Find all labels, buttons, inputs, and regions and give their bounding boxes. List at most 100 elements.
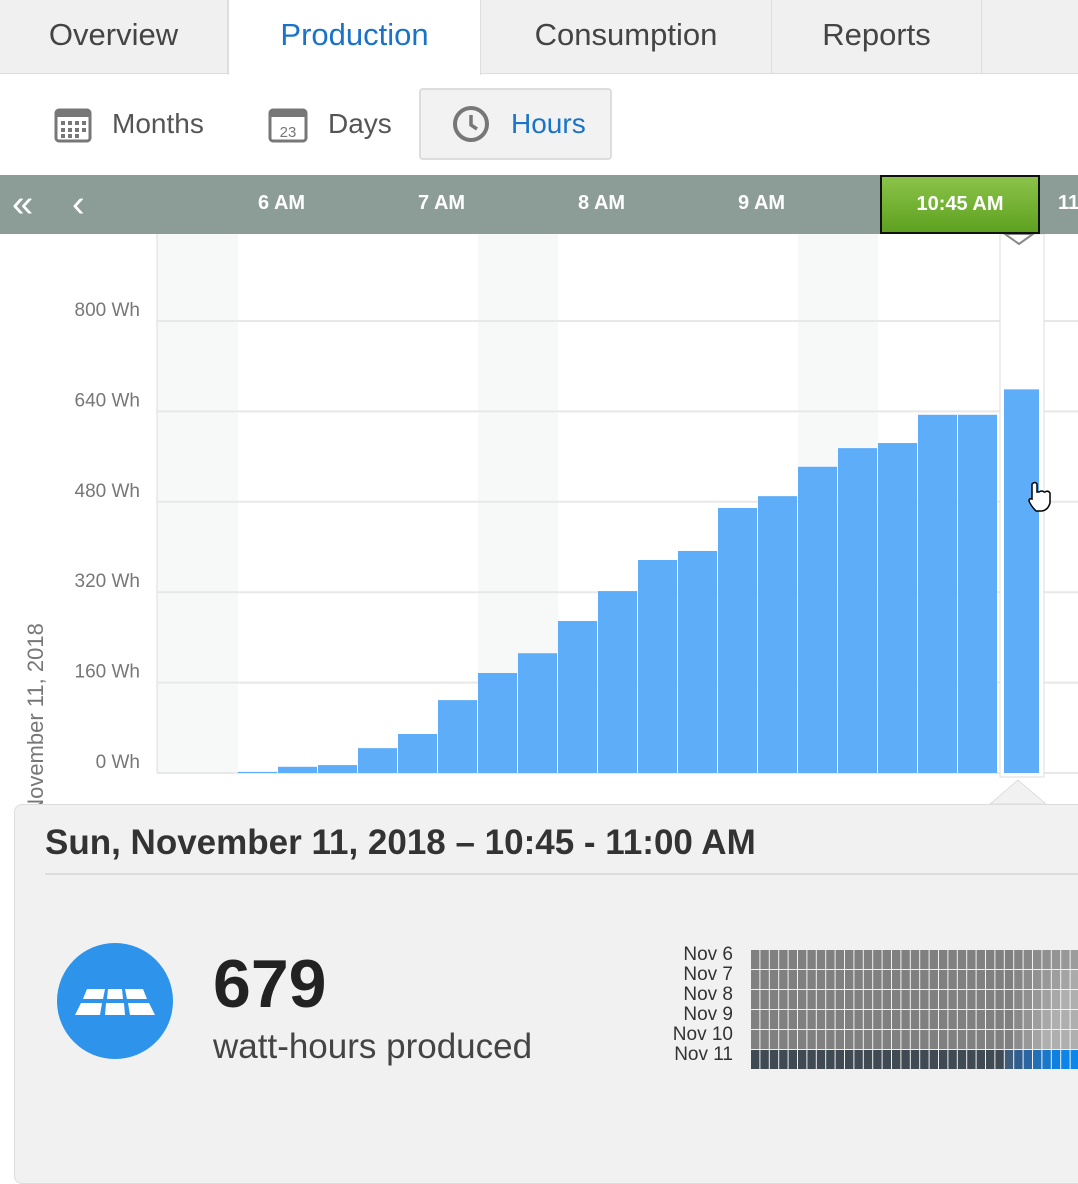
heatmap-cell[interactable] bbox=[976, 1010, 985, 1029]
heatmap-cell[interactable] bbox=[995, 990, 1004, 1009]
heatmap-cell[interactable] bbox=[1061, 1030, 1070, 1049]
heatmap-cell[interactable] bbox=[957, 1050, 967, 1069]
heatmap-cell[interactable] bbox=[882, 970, 891, 989]
heatmap-cell[interactable] bbox=[751, 1010, 760, 1029]
heatmap-cell[interactable] bbox=[816, 1050, 826, 1069]
heatmap-cell[interactable] bbox=[901, 970, 910, 989]
heatmap-cell[interactable] bbox=[882, 990, 891, 1009]
time-label[interactable]: 6 AM bbox=[258, 192, 305, 215]
heatmap-cell[interactable] bbox=[779, 950, 788, 969]
heatmap-cell[interactable] bbox=[1004, 970, 1014, 989]
heatmap-cell[interactable] bbox=[1070, 970, 1078, 989]
heatmap-cell[interactable] bbox=[920, 970, 929, 989]
heatmap-cell[interactable] bbox=[986, 990, 995, 1009]
heatmap-cell[interactable] bbox=[873, 970, 882, 989]
heatmap-cell[interactable] bbox=[845, 970, 854, 989]
heatmap-cell[interactable] bbox=[1033, 990, 1042, 1009]
heatmap-cell[interactable] bbox=[760, 970, 769, 989]
heatmap-cell[interactable] bbox=[769, 1050, 779, 1069]
heatmap-cell[interactable] bbox=[1023, 970, 1032, 989]
heatmap-cell[interactable] bbox=[1014, 1030, 1023, 1049]
heatmap-cell[interactable] bbox=[1004, 1010, 1014, 1029]
heatmap-cell[interactable] bbox=[929, 970, 938, 989]
heatmap-cell[interactable] bbox=[854, 1050, 863, 1069]
heatmap-cell[interactable] bbox=[986, 1010, 995, 1029]
heatmap-cell[interactable] bbox=[1042, 970, 1051, 989]
heatmap-cell[interactable] bbox=[892, 970, 901, 989]
heatmap-cell[interactable] bbox=[835, 1050, 844, 1069]
heatmap-cell[interactable] bbox=[769, 950, 779, 969]
heatmap-cell[interactable] bbox=[892, 1050, 901, 1069]
heatmap-cell[interactable] bbox=[929, 950, 938, 969]
heatmap-cell[interactable] bbox=[798, 970, 807, 989]
heatmap-cell[interactable] bbox=[929, 1030, 938, 1049]
heatmap-cell[interactable] bbox=[807, 970, 816, 989]
heatmap-cell[interactable] bbox=[1004, 1050, 1014, 1069]
heatmap-cell[interactable] bbox=[967, 950, 976, 969]
heatmap-cell[interactable] bbox=[873, 1010, 882, 1029]
heatmap-cell[interactable] bbox=[948, 990, 957, 1009]
heatmap-cell[interactable] bbox=[760, 1030, 769, 1049]
heatmap-cell[interactable] bbox=[826, 990, 835, 1009]
heatmap-cell[interactable] bbox=[901, 950, 910, 969]
heatmap-cell[interactable] bbox=[769, 970, 779, 989]
heatmap-cell[interactable] bbox=[779, 970, 788, 989]
heatmap-cell[interactable] bbox=[1042, 1050, 1051, 1069]
heatmap-cell[interactable] bbox=[760, 1050, 769, 1069]
heatmap-cell[interactable] bbox=[826, 1050, 835, 1069]
heatmap-cell[interactable] bbox=[751, 1050, 760, 1069]
subtab-hours[interactable]: Hours bbox=[419, 88, 612, 160]
heatmap-cell[interactable] bbox=[1014, 1050, 1023, 1069]
heatmap-cell[interactable] bbox=[920, 950, 929, 969]
heatmap-cell[interactable] bbox=[948, 1010, 957, 1029]
heatmap-cell[interactable] bbox=[788, 990, 797, 1009]
heatmap-cell[interactable] bbox=[807, 990, 816, 1009]
heatmap-cell[interactable] bbox=[995, 1010, 1004, 1029]
heatmap-cell[interactable] bbox=[854, 950, 863, 969]
heatmap-cell[interactable] bbox=[948, 1030, 957, 1049]
heatmap-cell[interactable] bbox=[910, 1010, 920, 1029]
heatmap-cell[interactable] bbox=[845, 950, 854, 969]
heatmap-cell[interactable] bbox=[816, 1030, 826, 1049]
heatmap-cell[interactable] bbox=[976, 1050, 985, 1069]
heatmap-cell[interactable] bbox=[769, 1010, 779, 1029]
heatmap-cell[interactable] bbox=[1014, 970, 1023, 989]
heatmap-cell[interactable] bbox=[986, 1030, 995, 1049]
heatmap-cell[interactable] bbox=[967, 1050, 976, 1069]
heatmap-cell[interactable] bbox=[957, 950, 967, 969]
heatmap-cell[interactable] bbox=[1014, 950, 1023, 969]
time-label[interactable]: 9 AM bbox=[738, 192, 785, 215]
heatmap-cell[interactable] bbox=[920, 1010, 929, 1029]
heatmap-cell[interactable] bbox=[957, 970, 967, 989]
heatmap-cell[interactable] bbox=[845, 1010, 854, 1029]
heatmap-cell[interactable] bbox=[986, 1050, 995, 1069]
heatmap-cell[interactable] bbox=[967, 990, 976, 1009]
heatmap-cell[interactable] bbox=[798, 990, 807, 1009]
heatmap-cell[interactable] bbox=[957, 990, 967, 1009]
heatmap-cell[interactable] bbox=[1014, 990, 1023, 1009]
heatmap-cell[interactable] bbox=[929, 990, 938, 1009]
heatmap-cell[interactable] bbox=[882, 1050, 891, 1069]
heatmap-cell[interactable] bbox=[863, 1050, 873, 1069]
heatmap-cell[interactable] bbox=[948, 950, 957, 969]
heatmap-cell[interactable] bbox=[986, 970, 995, 989]
heatmap-cell[interactable] bbox=[976, 950, 985, 969]
heatmap-cell[interactable] bbox=[892, 1010, 901, 1029]
heatmap-cell[interactable] bbox=[863, 990, 873, 1009]
heatmap-cell[interactable] bbox=[779, 1050, 788, 1069]
heatmap-cell[interactable] bbox=[788, 1030, 797, 1049]
heatmap-cell[interactable] bbox=[835, 1010, 844, 1029]
heatmap-cell[interactable] bbox=[920, 1030, 929, 1049]
heatmap-cell[interactable] bbox=[798, 950, 807, 969]
heatmap-cell[interactable] bbox=[1004, 990, 1014, 1009]
heatmap-cell[interactable] bbox=[1023, 950, 1032, 969]
heatmap-cell[interactable] bbox=[957, 1030, 967, 1049]
heatmap-cell[interactable] bbox=[882, 1010, 891, 1029]
heatmap-cell[interactable] bbox=[751, 990, 760, 1009]
heatmap-cell[interactable] bbox=[873, 1030, 882, 1049]
heatmap-cell[interactable] bbox=[957, 1010, 967, 1029]
heatmap-cell[interactable] bbox=[1070, 1010, 1078, 1029]
time-label[interactable]: 7 AM bbox=[418, 192, 465, 215]
heatmap-cell[interactable] bbox=[835, 990, 844, 1009]
heatmap-cell[interactable] bbox=[901, 1030, 910, 1049]
